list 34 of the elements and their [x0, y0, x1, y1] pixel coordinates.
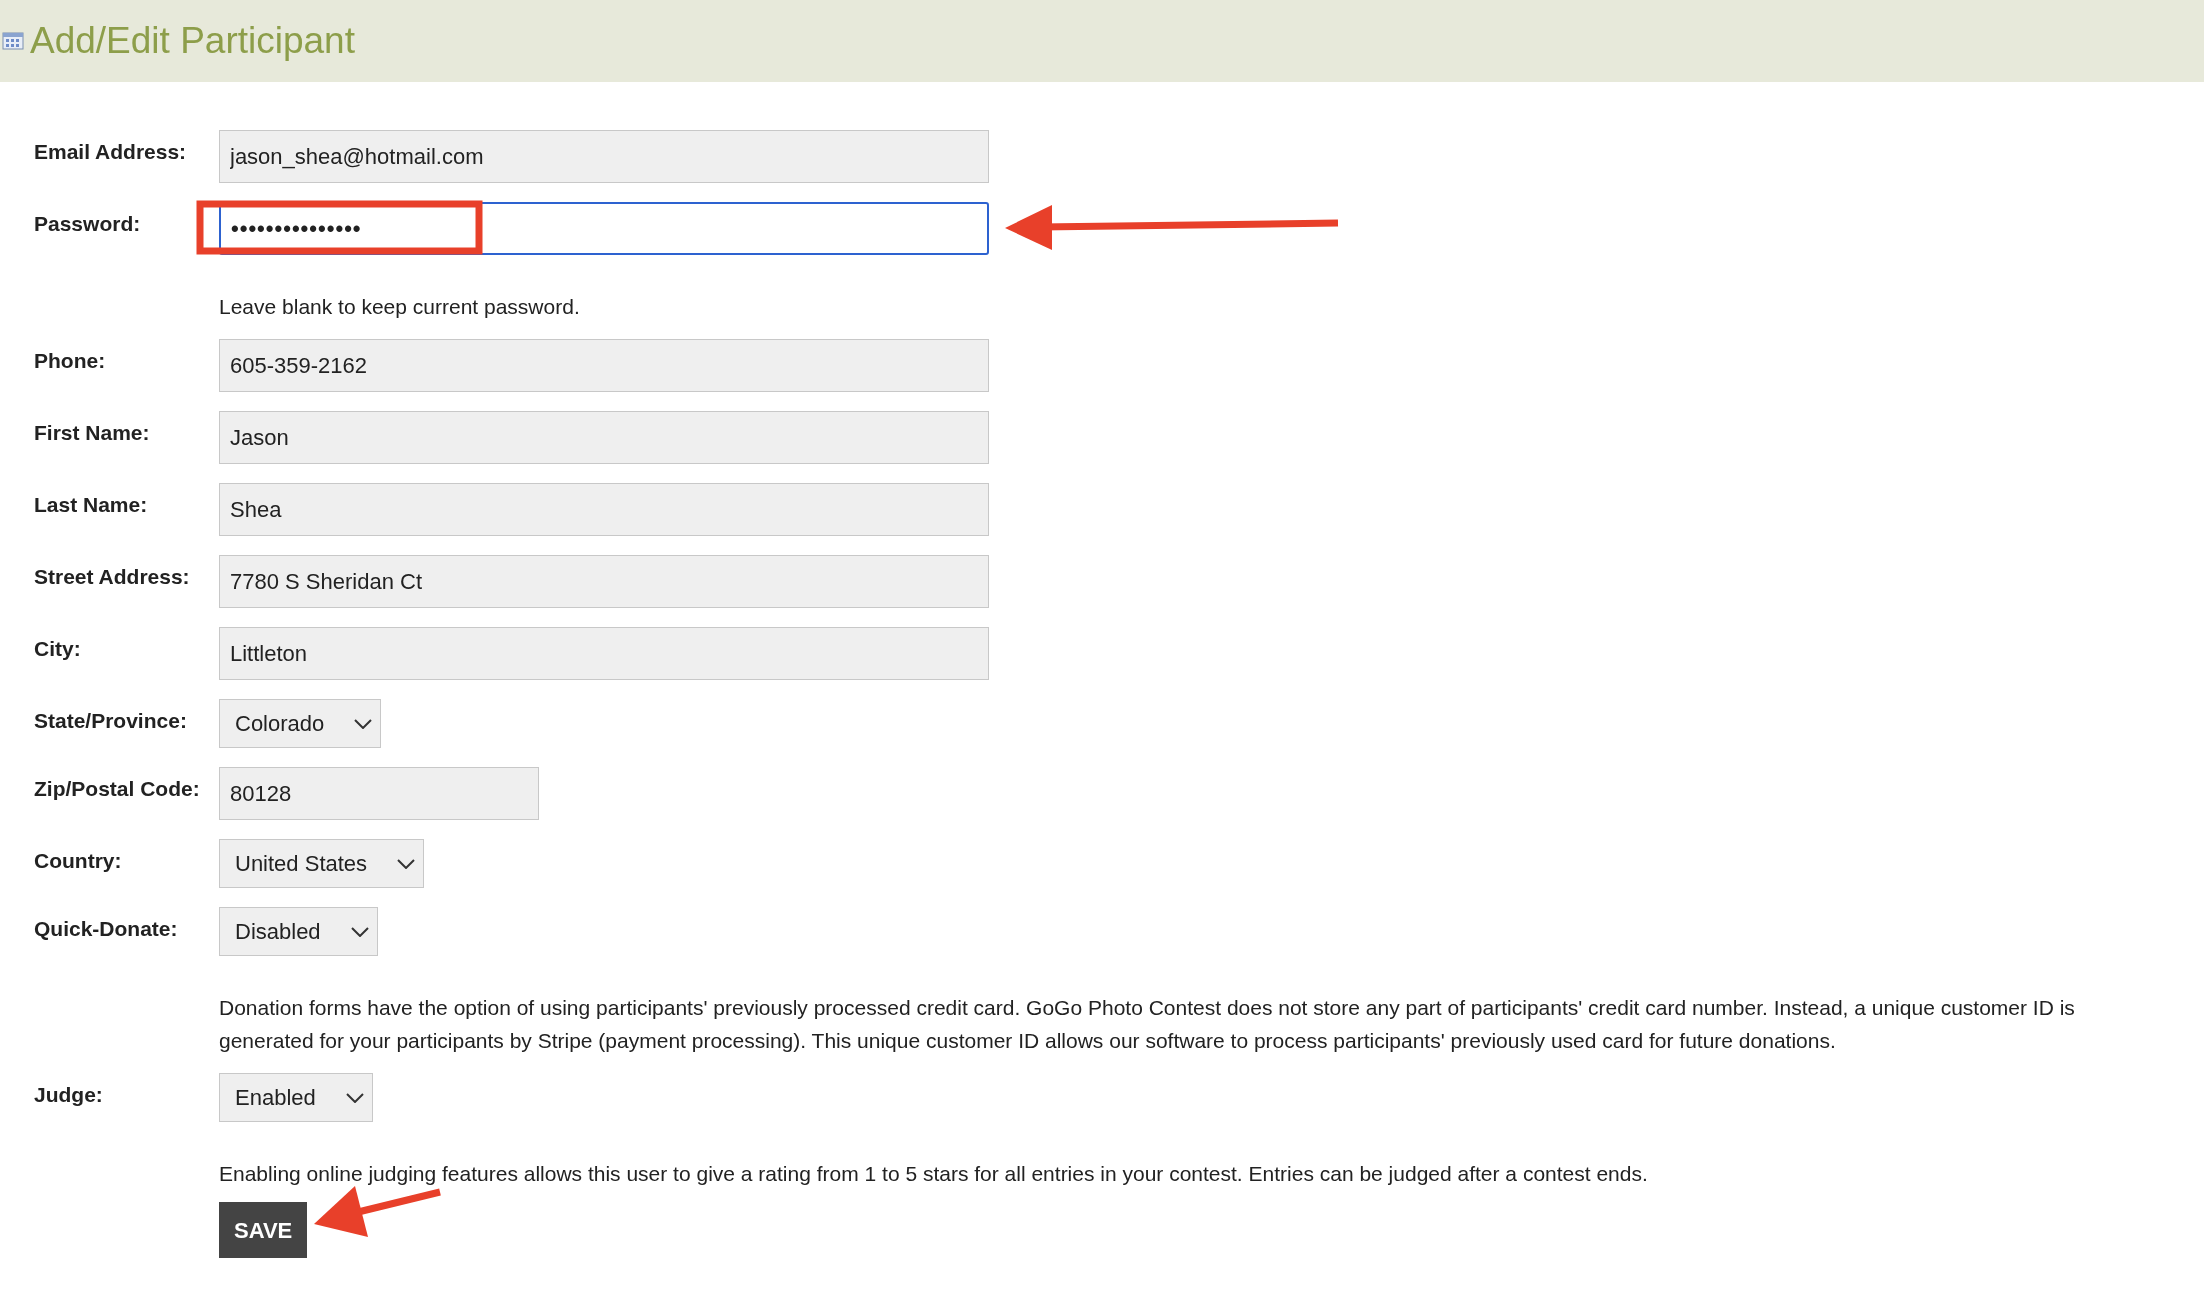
input-field[interactable]: 7780 S Sheridan Ct [219, 555, 989, 608]
input-field[interactable]: Littleton [219, 627, 989, 680]
field-label: Password: [34, 211, 142, 237]
field-label: Street Address: [34, 564, 191, 590]
field-label: State/Province: [34, 708, 188, 734]
dropdown[interactable]: United States [219, 839, 425, 888]
chevron-down-icon [397, 858, 416, 869]
dropdown[interactable]: Disabled [219, 907, 378, 956]
input-field[interactable]: 605-359-2162 [219, 339, 989, 392]
field-label: Judge: [34, 1082, 104, 1108]
input-field[interactable]: 80128 [219, 767, 539, 820]
field-label: City: [34, 636, 82, 662]
calendar-icon [2, 32, 24, 50]
field-label: Phone: [34, 348, 107, 374]
help-text: Enabling online judging features allows this user to give a rating from 1 to 5 stars for all entries in your contest. Entries can be judged after a contest ends. [219, 1161, 1649, 1187]
input-field[interactable]: Jason [219, 411, 989, 464]
chevron-down-icon [350, 926, 369, 937]
help-text: Donation forms have the option of using participants' previously processed credit card. GoGo Photo Contest does not store any part of participants' credit card number. Instead, a unique customer ID is generated for your participants by Stripe (payment processing). This unique customer ID allows our software to process participants' previously used card for future donations. [219, 995, 2076, 1054]
chevron-down-icon [345, 1092, 364, 1103]
dropdown[interactable]: Colorado [219, 699, 382, 748]
field-label: Zip/Postal Code: [34, 776, 201, 802]
input-field[interactable]: Shea [219, 483, 989, 536]
page-title: Add/Edit Participant [30, 19, 355, 64]
password-field[interactable]: ••••••••••••••• [219, 202, 989, 255]
help-text: Leave blank to keep current password. [219, 294, 581, 320]
field-label: Country: [34, 848, 123, 874]
field-label: First Name: [34, 420, 151, 446]
chevron-down-icon [354, 718, 373, 729]
input-field[interactable]: jason_shea@hotmail.com [219, 130, 989, 183]
save-button[interactable]: SAVE [219, 1202, 308, 1258]
field-label: Last Name: [34, 492, 149, 518]
dropdown[interactable]: Enabled [219, 1073, 373, 1122]
field-label: Email Address: [34, 139, 188, 165]
field-label: Quick-Donate: [34, 916, 179, 942]
